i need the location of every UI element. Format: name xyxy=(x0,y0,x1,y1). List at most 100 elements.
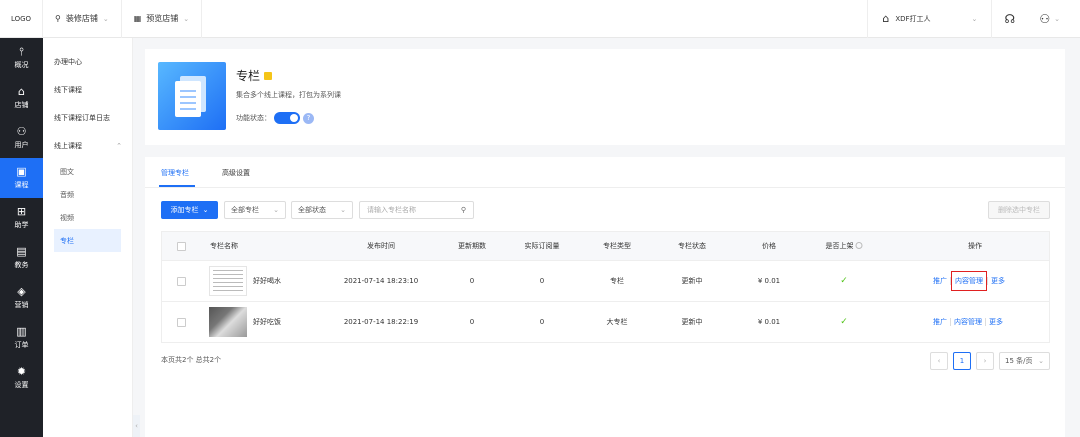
sidebar-item-users[interactable]: ⚇ 用户 xyxy=(0,118,43,158)
column-filter-select[interactable]: 全部专栏 ⌄ xyxy=(224,201,286,219)
document-icon xyxy=(175,81,201,117)
more-link[interactable]: 更多 xyxy=(988,276,1008,286)
headset-icon[interactable]: ☊ xyxy=(991,0,1027,38)
subnav-child-graphic[interactable]: 图文 xyxy=(54,160,121,183)
logo[interactable]: LOGO xyxy=(0,0,43,38)
decorate-store-menu[interactable]: ⚲ 装修店铺 ⌄ xyxy=(43,0,122,38)
row-checkbox[interactable] xyxy=(177,276,186,286)
collapse-sidebar-handle[interactable]: ‹ xyxy=(133,415,140,437)
chevron-down-icon: ⌄ xyxy=(971,14,978,23)
promote-link[interactable]: 推广 xyxy=(930,276,950,286)
help-icon[interactable]: ? xyxy=(303,112,314,124)
user-icon: ⚇ xyxy=(1039,11,1051,26)
price: ¥ 0.01 xyxy=(757,318,781,326)
more-link[interactable]: 更多 xyxy=(986,317,1006,327)
subnav-office-center[interactable]: 办理中心 xyxy=(43,48,132,76)
info-icon xyxy=(855,242,863,249)
subscriptions: 0 xyxy=(539,318,545,326)
publish-time: 2021-07-14 18:23:10 xyxy=(343,277,419,285)
chart-icon: ⫯ xyxy=(19,45,24,58)
row-checkbox[interactable] xyxy=(177,317,186,327)
subnav-offline-order-log[interactable]: 线下课程订单日志 xyxy=(43,104,132,132)
search-input[interactable]: 请输入专栏名称 ⚲ xyxy=(359,201,474,219)
store-switcher[interactable]: ⌂ XDF打工人 ⌄ xyxy=(867,0,991,38)
gamepad-icon: ⊞ xyxy=(16,205,27,218)
sidebar-item-label: 营销 xyxy=(14,301,29,309)
chevron-down-icon: ⌄ xyxy=(183,14,190,23)
header-operations: 操作 xyxy=(968,242,982,250)
column-status: 更新中 xyxy=(681,318,703,326)
tab-advanced-settings[interactable]: 高级设置 xyxy=(222,168,250,178)
subnav-child-video[interactable]: 视频 xyxy=(54,206,121,229)
page-title-text: 专栏 xyxy=(236,69,261,83)
sidebar-item-label: 助学 xyxy=(14,221,29,229)
page-title: 专栏 xyxy=(236,67,273,84)
sidebar-item-academic[interactable]: ▤ 教务 xyxy=(0,238,43,278)
columns-table: 专栏名称 发布时间 更新期数 实际订阅量 专栏类型 专栏状态 价格 是否上架 操… xyxy=(161,231,1050,343)
preview-store-menu[interactable]: ▦ 预览店铺 ⌄ xyxy=(122,0,203,38)
subnav-online-course[interactable]: 线上课程 ⌃ xyxy=(43,132,132,160)
sidebar-item-assist[interactable]: ⊞ 助学 xyxy=(0,198,43,238)
status-label: 功能状态： xyxy=(236,114,271,122)
subnav-offline-course[interactable]: 线下课程 xyxy=(43,76,132,104)
sidebar-item-course[interactable]: ▣ 课程 xyxy=(0,158,43,198)
active-tab-indicator xyxy=(159,185,195,187)
decorate-store-label: 装修店铺 xyxy=(65,14,98,23)
sidebar-item-label: 概况 xyxy=(14,61,29,69)
table-row: 好好吃饭 2021-07-14 18:22:19 0 0 大专栏 更新中 ¥ 0… xyxy=(161,302,1050,343)
subnav-child-audio[interactable]: 音频 xyxy=(54,183,121,206)
course-icon: ▣ xyxy=(16,165,27,178)
column-name[interactable]: 好好喝水 xyxy=(253,276,281,286)
column-filter-value: 全部专栏 xyxy=(231,206,259,214)
chevron-up-icon: ⌃ xyxy=(116,142,122,150)
column-product-icon xyxy=(158,62,226,130)
header-price: 价格 xyxy=(762,242,776,250)
qrcode-icon: ▦ xyxy=(133,14,142,23)
add-column-button[interactable]: 添加专栏 ⌄ xyxy=(161,201,218,219)
sidebar-item-marketing[interactable]: ◈ 营销 xyxy=(0,278,43,318)
status-filter-select[interactable]: 全部状态 ⌄ xyxy=(291,201,353,219)
chevron-down-icon: ⌄ xyxy=(340,206,346,214)
next-page-button[interactable]: › xyxy=(976,352,994,370)
status-filter-value: 全部状态 xyxy=(298,206,326,214)
column-thumbnail xyxy=(209,307,247,337)
sidebar-item-overview[interactable]: ⫯ 概况 xyxy=(0,38,43,78)
page-size-select[interactable]: 15 条/页 ⌄ xyxy=(999,352,1050,370)
content-management-link[interactable]: 内容管理 xyxy=(951,317,985,327)
pagination-summary: 本页共2个 总共2个 xyxy=(161,356,222,364)
column-name[interactable]: 好好吃饭 xyxy=(253,317,281,327)
sidebar-item-label: 设置 xyxy=(14,381,29,389)
chevron-down-icon: ⌄ xyxy=(102,14,109,23)
user-menu[interactable]: ⚇ ⌄ xyxy=(1027,0,1080,38)
header-subscriptions: 实际订阅量 xyxy=(524,242,560,250)
table-row: 好好喝水 2021-07-14 18:23:10 0 0 专栏 更新中 ¥ 0.… xyxy=(161,261,1050,302)
order-icon: ▥ xyxy=(16,325,27,338)
users-icon: ⚇ xyxy=(16,125,27,138)
sidebar-item-orders[interactable]: ▥ 订单 xyxy=(0,318,43,358)
delete-selected-button[interactable]: 删除选中专栏 xyxy=(988,201,1050,219)
chevron-down-icon: ⌄ xyxy=(273,206,279,214)
book-icon: ▤ xyxy=(16,245,27,258)
product-info-card: 专栏 集合多个线上课程，打包为系列课 功能状态： ? xyxy=(145,49,1065,145)
header-listed-label: 是否上架 xyxy=(825,242,854,250)
bank-icon: ⌂ xyxy=(882,12,890,25)
subscriptions: 0 xyxy=(539,277,545,285)
promote-link[interactable]: 推广 xyxy=(930,317,950,327)
sidebar-item-store[interactable]: ⌂ 店铺 xyxy=(0,78,43,118)
feature-toggle[interactable] xyxy=(274,112,300,124)
sidebar-item-settings[interactable]: ✹ 设置 xyxy=(0,358,43,398)
search-placeholder: 请输入专栏名称 xyxy=(367,206,416,214)
price: ¥ 0.01 xyxy=(757,277,781,285)
page-number-current[interactable]: 1 xyxy=(953,352,971,370)
header-episodes: 更新期数 xyxy=(458,242,486,250)
column-type: 大专栏 xyxy=(606,318,628,326)
column-management-card: 管理专栏 高级设置 添加专栏 ⌄ 全部专栏 ⌄ 全部状态 ⌄ 请输入专栏名称 ⚲… xyxy=(145,157,1065,437)
prev-page-button[interactable]: ‹ xyxy=(930,352,948,370)
header-column-name: 专栏名称 xyxy=(210,242,238,250)
table-header: 专栏名称 发布时间 更新期数 实际订阅量 专栏类型 专栏状态 价格 是否上架 操… xyxy=(161,231,1050,261)
content-management-link[interactable]: 内容管理 xyxy=(951,271,987,291)
subnav-child-column[interactable]: 专栏 xyxy=(54,229,121,252)
sidebar-item-label: 教务 xyxy=(14,261,29,269)
tab-manage-columns[interactable]: 管理专栏 xyxy=(161,168,189,178)
select-all-checkbox[interactable] xyxy=(177,241,186,251)
